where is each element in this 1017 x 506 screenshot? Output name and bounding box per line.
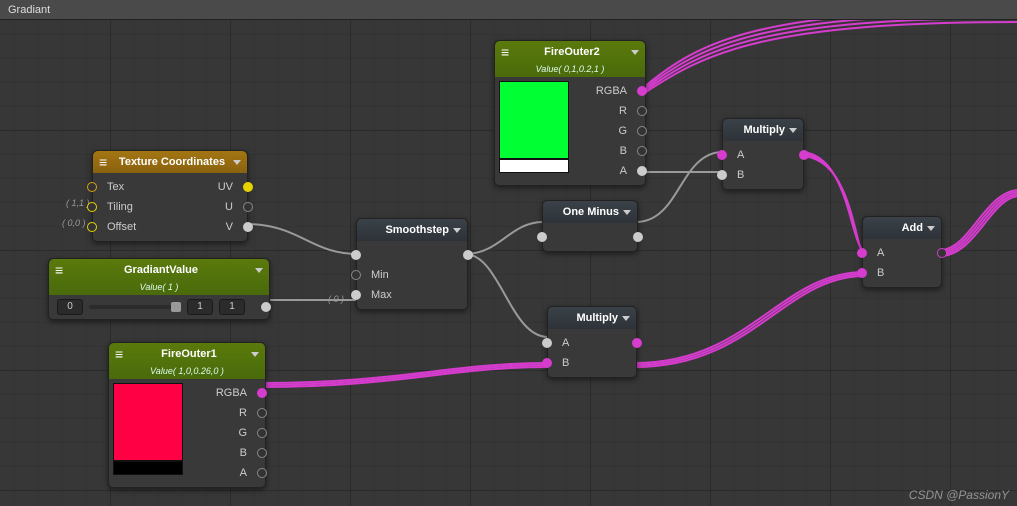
output-port[interactable] (632, 338, 642, 348)
node-graph-canvas[interactable]: ( 1,1 ) ( 0,0 ) ( 0 ) Texture Coordinate… (0, 20, 1017, 506)
output-port-a[interactable] (257, 468, 267, 478)
hamburger-icon[interactable] (115, 347, 127, 362)
input-port-tiling[interactable] (87, 202, 97, 212)
side-label: ( 0 ) (328, 294, 344, 304)
output-port[interactable] (799, 150, 809, 160)
output-port-g[interactable] (257, 428, 267, 438)
node-title: Smoothstep (363, 224, 449, 236)
input-port-b[interactable] (857, 268, 867, 278)
slider-value[interactable]: 1 (219, 299, 245, 315)
output-port-u[interactable] (243, 202, 253, 212)
window-title: Gradiant (8, 4, 50, 16)
input-port-a[interactable] (717, 150, 727, 160)
side-label: ( 1,1 ) (66, 198, 90, 208)
chevron-down-icon[interactable] (623, 210, 631, 215)
hamburger-icon[interactable] (99, 155, 111, 170)
alpha-swatch (499, 159, 569, 173)
output-port-a[interactable] (637, 166, 647, 176)
node-header[interactable]: GradiantValue Value( 1 ) (49, 259, 269, 295)
node-header[interactable]: Smoothstep (357, 219, 467, 241)
node-header[interactable]: FireOuter1 Value( 1,0,0.26,0 ) (109, 343, 265, 379)
node-title: FireOuter2 (517, 46, 627, 58)
input-port-tex[interactable] (87, 182, 97, 192)
node-multiply-bottom[interactable]: Multiply A B (547, 306, 637, 378)
port-row: Tiling U (93, 197, 247, 217)
node-gradiant-value[interactable]: GradiantValue Value( 1 ) 0 1 1 (48, 258, 270, 320)
output-port-g[interactable] (637, 126, 647, 136)
output-port[interactable] (633, 232, 643, 242)
input-port-a[interactable] (857, 248, 867, 258)
chevron-down-icon[interactable] (255, 268, 263, 273)
slider-row: 0 1 1 (49, 295, 269, 319)
input-port-offset[interactable] (87, 222, 97, 232)
output-port-rgba[interactable] (257, 388, 267, 398)
output-port[interactable] (937, 248, 947, 258)
node-texture-coordinates[interactable]: Texture Coordinates Tex UV Tiling U Offs… (92, 150, 248, 242)
chevron-down-icon[interactable] (622, 316, 630, 321)
output-port-v[interactable] (243, 222, 253, 232)
input-port-min[interactable] (351, 270, 361, 280)
node-title: FireOuter1 (131, 348, 247, 360)
node-header[interactable]: Add (863, 217, 941, 239)
input-port-max[interactable] (351, 290, 361, 300)
node-fire-outer2[interactable]: FireOuter2 Value( 0,1,0.2,1 ) RGBA R G B… (494, 40, 646, 186)
alpha-swatch (113, 461, 183, 475)
chevron-down-icon[interactable] (927, 226, 935, 231)
node-title: Multiply (554, 312, 618, 324)
node-multiply-top[interactable]: Multiply A B (722, 118, 804, 190)
node-subtitle: Value( 0,1,0.2,1 ) (536, 64, 605, 74)
hamburger-icon[interactable] (55, 263, 67, 278)
node-fire-outer1[interactable]: FireOuter1 Value( 1,0,0.26,0 ) RGBA R G … (108, 342, 266, 488)
input-port-b[interactable] (717, 170, 727, 180)
chevron-down-icon[interactable] (233, 160, 241, 165)
input-port-b[interactable] (542, 358, 552, 368)
node-title: Texture Coordinates (115, 156, 229, 168)
node-add[interactable]: Add A B (862, 216, 942, 288)
chevron-down-icon[interactable] (789, 128, 797, 133)
chevron-down-icon[interactable] (631, 50, 639, 55)
slider-max[interactable]: 1 (187, 299, 213, 315)
output-port-r[interactable] (637, 106, 647, 116)
input-port[interactable] (351, 250, 361, 260)
output-port-b[interactable] (637, 146, 647, 156)
node-header[interactable]: Multiply (723, 119, 803, 141)
chevron-down-icon[interactable] (453, 228, 461, 233)
color-preview (113, 383, 183, 483)
output-port-rgba[interactable] (637, 86, 647, 96)
slider-track[interactable] (89, 305, 181, 309)
node-header[interactable]: Texture Coordinates (93, 151, 247, 173)
node-subtitle: Value( 1 ) (140, 282, 179, 292)
input-port-a[interactable] (542, 338, 552, 348)
node-header[interactable]: One Minus (543, 201, 637, 223)
node-subtitle: Value( 1,0,0.26,0 ) (150, 366, 224, 376)
port-row: Offset V (93, 217, 247, 237)
color-swatch (499, 81, 569, 159)
node-header[interactable]: Multiply (548, 307, 636, 329)
node-smoothstep[interactable]: Smoothstep Min Max (356, 218, 468, 310)
port-row: Tex UV (93, 177, 247, 197)
node-title: GradiantValue (71, 264, 251, 276)
output-port[interactable] (463, 250, 473, 260)
output-port-b[interactable] (257, 448, 267, 458)
node-title: One Minus (549, 206, 619, 218)
node-header[interactable]: FireOuter2 Value( 0,1,0.2,1 ) (495, 41, 645, 77)
slider-min[interactable]: 0 (57, 299, 83, 315)
chevron-down-icon[interactable] (251, 352, 259, 357)
output-port-r[interactable] (257, 408, 267, 418)
node-title: Add (869, 222, 923, 234)
input-port[interactable] (537, 232, 547, 242)
hamburger-icon[interactable] (501, 45, 513, 60)
output-port[interactable] (261, 302, 271, 312)
node-title: Multiply (729, 124, 785, 136)
node-one-minus[interactable]: One Minus (542, 200, 638, 252)
color-preview (499, 81, 569, 181)
watermark: CSDN @PassionY (909, 488, 1009, 502)
window-titlebar: Gradiant (0, 0, 1017, 20)
color-swatch (113, 383, 183, 461)
side-label: ( 0,0 ) (62, 218, 86, 228)
output-port-uv[interactable] (243, 182, 253, 192)
